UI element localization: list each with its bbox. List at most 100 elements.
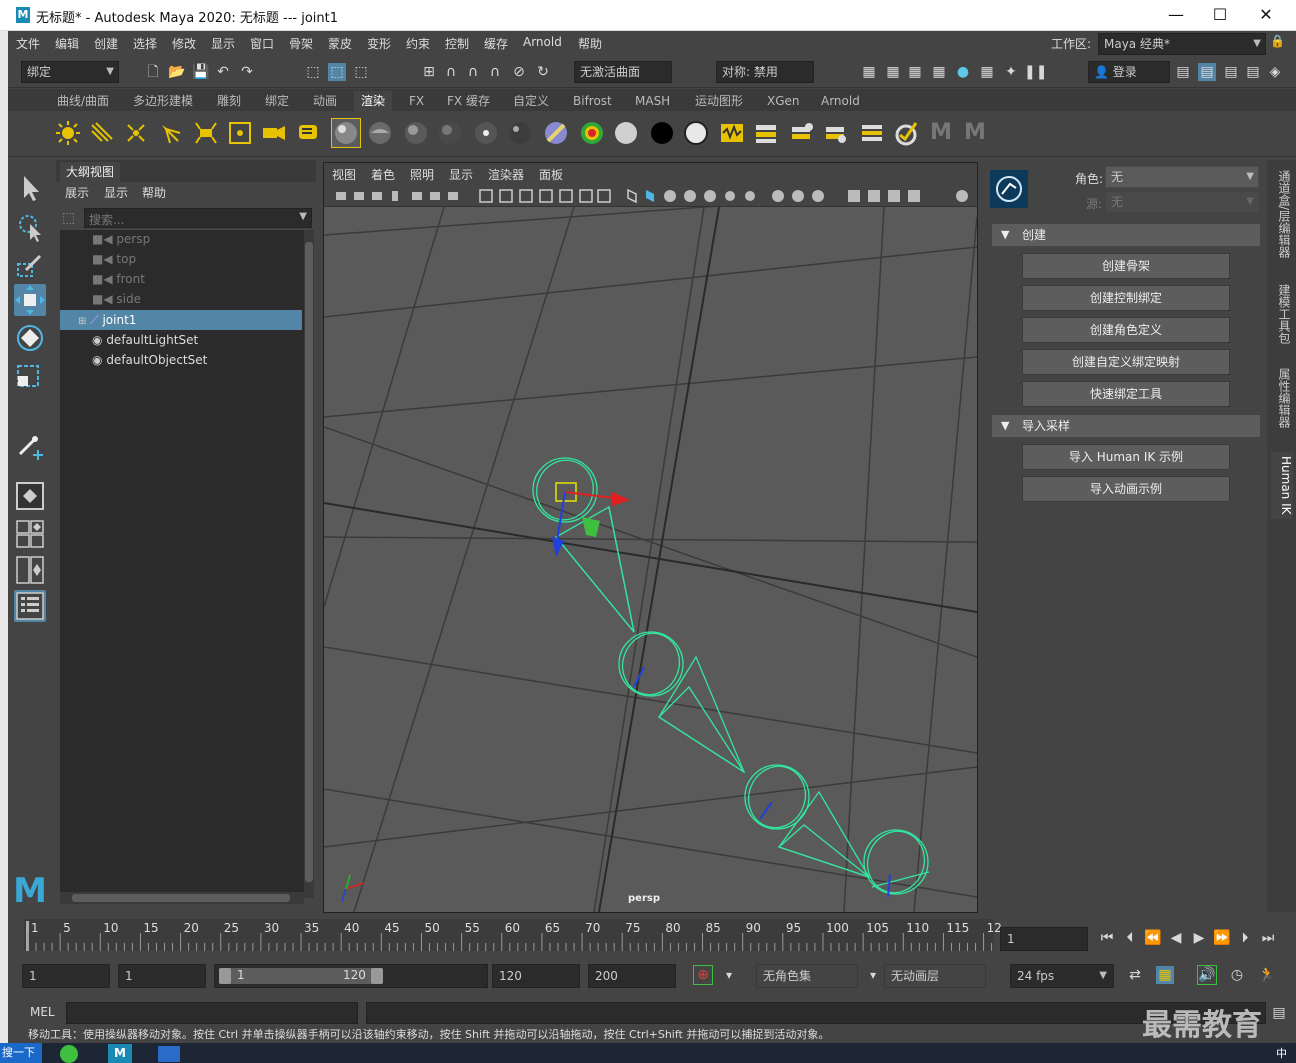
- symmetry-field[interactable]: 对称: 禁用: [716, 61, 814, 83]
- menu-modify[interactable]: 修改: [172, 35, 196, 52]
- ime-indicator[interactable]: 中: [1276, 1045, 1287, 1061]
- render-sequence-icon[interactable]: [718, 119, 746, 147]
- scale-tool-icon[interactable]: [14, 358, 46, 390]
- render-frame-icon[interactable]: ▦: [884, 63, 902, 81]
- create-control-rig-button[interactable]: 创建控制绑定: [1022, 285, 1230, 311]
- vp-menu-renderer[interactable]: 渲染器: [488, 166, 524, 183]
- taskbar-search[interactable]: 搜一下: [0, 1043, 42, 1063]
- anim-layer-select[interactable]: 无动画层: [884, 964, 986, 988]
- menu-control[interactable]: 控制: [445, 35, 469, 52]
- side-tab-channel-box[interactable]: 通道盒/层编辑器: [1271, 170, 1293, 258]
- render-layer-icon[interactable]: [752, 119, 780, 147]
- snap-point-icon[interactable]: ∩: [464, 63, 482, 81]
- menu-create[interactable]: 创建: [94, 35, 118, 52]
- minimize-button[interactable]: —: [1164, 4, 1188, 26]
- workspace-select[interactable]: Maya 经典* ▼: [1098, 33, 1266, 55]
- range-bar[interactable]: 1 120: [214, 964, 488, 988]
- outliner-item-front[interactable]: ■◀ front: [60, 269, 302, 289]
- auto-key-icon[interactable]: ⊕: [693, 965, 713, 985]
- close-button[interactable]: ✕: [1254, 4, 1278, 26]
- create-skeleton-button[interactable]: 创建骨架: [1022, 253, 1230, 279]
- loop-icon[interactable]: ⇄: [1126, 966, 1144, 984]
- menu-set-select[interactable]: 绑定 ▼: [21, 61, 119, 83]
- vp-menu-shading[interactable]: 着色: [371, 166, 395, 183]
- menu-select[interactable]: 选择: [133, 35, 157, 52]
- section-create[interactable]: ▼ 创建: [992, 224, 1260, 246]
- outliner-item-top[interactable]: ■◀ top: [60, 249, 302, 269]
- ambient-light-icon[interactable]: [54, 119, 82, 147]
- channel-box-icon[interactable]: ▤: [1244, 63, 1262, 81]
- render-pass-icon[interactable]: [822, 119, 850, 147]
- shelf-tab-xgen[interactable]: XGen: [760, 91, 807, 111]
- shelf-tab-animation[interactable]: 动画: [306, 91, 344, 111]
- hypershade-icon[interactable]: ●: [954, 63, 972, 81]
- phong-sphere-icon[interactable]: [402, 119, 430, 147]
- outliner-layout-icon[interactable]: [14, 590, 46, 622]
- outliner-item-default-object-set[interactable]: ◉ defaultObjectSet: [60, 350, 302, 370]
- end-time-field[interactable]: 200: [588, 964, 676, 988]
- menu-constrain[interactable]: 约束: [406, 35, 430, 52]
- outliner-h-scrollbar[interactable]: [60, 892, 304, 904]
- shelf-tab-custom[interactable]: 自定义: [506, 91, 556, 111]
- quick-rig-tool-button[interactable]: 快速绑定工具: [1022, 381, 1230, 407]
- fps-select[interactable]: 24 fps ▼: [1010, 964, 1114, 988]
- redo-icon[interactable]: ↷: [238, 63, 256, 81]
- last-tool-icon[interactable]: [14, 432, 46, 464]
- modeling-toolkit-icon[interactable]: ▤: [1174, 63, 1192, 81]
- render-layer-add-icon[interactable]: [788, 119, 816, 147]
- render-pass-set-icon[interactable]: [858, 119, 886, 147]
- key-dropdown-icon[interactable]: ▾: [720, 966, 738, 984]
- shelf-tab-arnold[interactable]: Arnold: [814, 91, 867, 111]
- snap-grid-icon[interactable]: ⊞: [420, 63, 438, 81]
- playback-end-field[interactable]: 120: [492, 964, 580, 988]
- select-hierarchy-icon[interactable]: ⬚: [304, 63, 322, 81]
- menu-cache[interactable]: 缓存: [484, 35, 508, 52]
- current-frame-field[interactable]: 1: [1000, 927, 1088, 951]
- shelf-tab-mash[interactable]: MASH: [628, 91, 677, 111]
- save-scene-icon[interactable]: 💾: [192, 63, 210, 81]
- outliner-search-input[interactable]: 搜索... ▼: [84, 208, 312, 228]
- maximize-button[interactable]: ☐: [1208, 4, 1232, 26]
- shelf-tab-fx[interactable]: FX: [402, 91, 431, 111]
- create-custom-rig-mapping-button[interactable]: 创建自定义绑定映射: [1022, 349, 1230, 375]
- command-input[interactable]: [66, 1002, 358, 1024]
- snap-view-icon[interactable]: ∩: [486, 63, 504, 81]
- menu-windows[interactable]: 窗口: [250, 35, 274, 52]
- undo-icon[interactable]: ↶: [214, 63, 232, 81]
- viewport-scene[interactable]: [324, 207, 977, 912]
- mel-script-icon-2[interactable]: M: [964, 119, 992, 147]
- mel-script-icon[interactable]: M: [930, 119, 958, 147]
- play-backward-icon[interactable]: ◀: [1167, 929, 1185, 947]
- section-import[interactable]: ▼ 导入采样: [992, 415, 1260, 437]
- anisotropic-icon[interactable]: [506, 119, 534, 147]
- vp-menu-lighting[interactable]: 照明: [410, 166, 434, 183]
- start-time-field[interactable]: 1: [22, 964, 110, 988]
- import-human-ik-example-button[interactable]: 导入 Human IK 示例: [1022, 444, 1230, 470]
- point-light-icon[interactable]: [122, 119, 150, 147]
- human-ik-logo-icon[interactable]: [990, 170, 1028, 208]
- shelf-tab-curves[interactable]: 曲线/曲面: [50, 91, 116, 111]
- volume-light-icon[interactable]: [226, 119, 254, 147]
- pause-icon[interactable]: ❚❚: [1024, 63, 1047, 81]
- side-tab-attribute-editor[interactable]: 属性编辑器: [1271, 368, 1293, 428]
- anim-layer-dropdown-icon[interactable]: ▾: [864, 966, 882, 984]
- rotate-tool-icon[interactable]: [14, 322, 46, 354]
- menu-skin[interactable]: 蒙皮: [328, 35, 352, 52]
- live-surface-field[interactable]: 无激活曲面: [574, 61, 672, 83]
- viewport-persp[interactable]: 视图 着色 照明 显示 渲染器 面板 persp: [323, 162, 978, 913]
- four-view-icon[interactable]: [14, 518, 46, 550]
- viewport-toolbar-icons[interactable]: [332, 188, 972, 204]
- render-check-icon[interactable]: [892, 119, 920, 147]
- camera-icon[interactable]: [260, 119, 288, 147]
- outliner-menu-display[interactable]: 显示: [104, 184, 128, 201]
- go-to-end-icon[interactable]: ⏭: [1259, 929, 1277, 947]
- vp-menu-view[interactable]: 视图: [332, 166, 356, 183]
- source-select[interactable]: 无 ▼: [1105, 191, 1259, 213]
- outliner-scrollbar[interactable]: [304, 230, 314, 898]
- menu-file[interactable]: 文件: [16, 35, 40, 52]
- tool-settings-icon[interactable]: ▤: [1222, 63, 1240, 81]
- side-tab-modeling-toolkit[interactable]: 建模工具包: [1271, 284, 1293, 344]
- ramp-shader-icon[interactable]: [542, 119, 570, 147]
- sound-icon[interactable]: 🔊: [1197, 965, 1217, 985]
- area-light-icon[interactable]: [192, 119, 220, 147]
